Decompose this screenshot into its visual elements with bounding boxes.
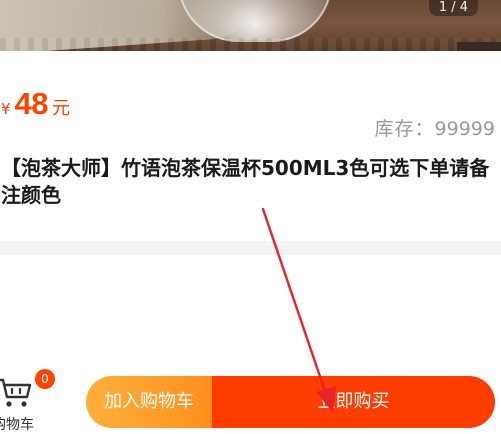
annotation-arrow — [261, 207, 336, 413]
product-image-carousel[interactable]: 1 / 4 — [0, 0, 501, 51]
shopping-cart-icon[interactable] — [0, 377, 34, 409]
price-currency-symbol: ¥ — [1, 100, 11, 118]
section-divider — [0, 241, 501, 255]
price-amount: 48 — [14, 86, 49, 121]
buy-now-button[interactable]: 立即购买 — [212, 376, 495, 428]
price-unit: 元 — [52, 98, 71, 119]
product-title: 【泡茶大师】竹语泡茶保温杯500ML3色可选下单请备注颜色 — [1, 156, 490, 207]
product-photo-edge — [457, 42, 501, 51]
add-to-cart-button[interactable]: 加入购物车 — [86, 376, 212, 428]
stock-label: 库存： — [374, 118, 435, 140]
cart-label[interactable]: 购物车 — [0, 414, 34, 434]
cart-count-badge: 0 — [35, 369, 55, 389]
stock-value: 99999 — [434, 118, 495, 140]
carousel-page-indicator: 1 / 4 — [428, 0, 478, 16]
product-price: ¥48 元 — [1, 86, 70, 122]
stock-info: 库存：99999 — [375, 114, 495, 141]
product-photo-table — [0, 38, 501, 51]
